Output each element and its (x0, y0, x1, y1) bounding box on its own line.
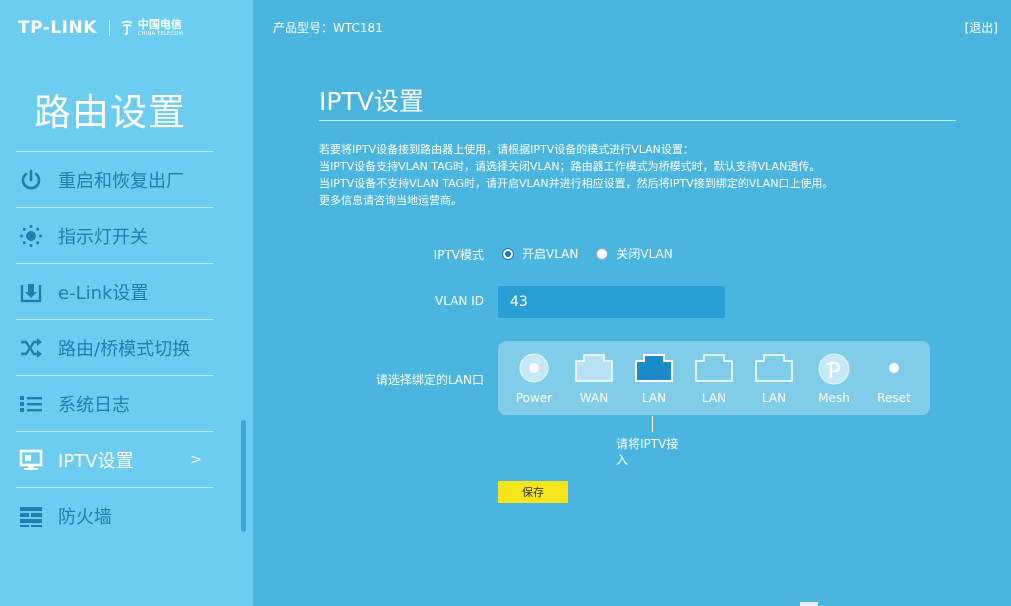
china-telecom-logo: 中国电信 CHINA TELECOM (120, 19, 183, 37)
wan-port-icon (575, 353, 613, 387)
sidebar: TP-LINK 中国电信 CHINA TELECOM 路由设置 重启和恢复出厂 (0, 0, 253, 606)
power-led-icon (519, 353, 549, 387)
sidebar-menu: 重启和恢复出厂 指示灯开关 e-Link设置 路由/桥模式切换 系统日志 IPT… (16, 151, 214, 543)
port-label: LAN (641, 391, 667, 405)
iptv-mode-radio-group: 开启VLAN 关闭VLAN (502, 245, 691, 262)
sidebar-item-iptv[interactable]: IPTV设置 > (16, 431, 214, 487)
list-icon (18, 391, 44, 417)
lan-port-icon[interactable] (755, 353, 793, 387)
sidebar-item-label: IPTV设置 (58, 450, 134, 472)
sidebar-item-label: e-Link设置 (58, 282, 149, 304)
save-button[interactable]: 保存 (498, 481, 568, 503)
title-divider (319, 120, 956, 121)
description: 若要将IPTV设备接到路由器上使用，请根据IPTV设备的模式进行VLAN设置： … (319, 141, 833, 209)
description-line: 若要将IPTV设备接到路由器上使用，请根据IPTV设备的模式进行VLAN设置： (319, 143, 694, 156)
lan-bind-label: 请选择绑定的LAN口 (375, 373, 484, 387)
power-icon (18, 167, 44, 193)
telecom-name-en: CHINA TELECOM (137, 31, 184, 37)
led-light-icon (18, 223, 44, 249)
sidebar-item-elink[interactable]: e-Link设置 (16, 263, 214, 319)
port-label: Reset (877, 391, 911, 405)
description-line: 当IPTV设备不支持VLAN TAG时，请开启VLAN并进行相应设置，然后将IP… (319, 177, 834, 190)
brand-logo: TP-LINK 中国电信 CHINA TELECOM (18, 17, 183, 39)
sidebar-item-reboot-reset[interactable]: 重启和恢复出厂 (16, 151, 214, 207)
firewall-icon (18, 503, 44, 529)
sidebar-item-mode-switch[interactable]: 路由/桥模式切换 (16, 319, 214, 375)
sidebar-item-led[interactable]: 指示灯开关 (16, 207, 214, 263)
tplink-logo: TP-LINK (18, 18, 97, 38)
bottom-indicator (800, 602, 818, 606)
sidebar-item-label: 系统日志 (58, 394, 130, 416)
port-label: Power (515, 391, 553, 405)
radio-label: 开启VLAN (522, 247, 579, 261)
radio-disable-vlan[interactable]: 关闭VLAN (596, 245, 673, 262)
port-label: LAN (701, 391, 727, 405)
mesh-button-icon (818, 353, 850, 389)
telecom-name-cn: 中国电信 (137, 18, 182, 31)
sidebar-item-firewall[interactable]: 防火墙 (16, 487, 214, 543)
port-hint: 请将IPTV接入 (616, 437, 679, 467)
description-line: 当IPTV设备支持VLAN TAG时，请选择关闭VLAN；路由器工作模式为桥模式… (319, 160, 821, 173)
page-title: IPTV设置 (319, 87, 424, 116)
telecom-icon (121, 20, 133, 36)
port-label: Mesh (818, 391, 850, 405)
hint-connector-line (652, 416, 653, 432)
radio-dot[interactable] (502, 247, 514, 260)
chevron-right-icon: > (190, 452, 202, 468)
model-label: 产品型号：WTC181 (273, 21, 383, 35)
port-label: WAN (579, 391, 609, 405)
download-tray-icon (18, 279, 44, 305)
radio-label: 关闭VLAN (616, 247, 673, 261)
port-panel: Power WAN LAN LAN LAN Mesh Reset (498, 341, 930, 415)
lan-port-icon[interactable] (695, 353, 733, 387)
iptv-mode-label: IPTV模式 (433, 248, 484, 262)
lan-port-icon[interactable] (635, 353, 673, 387)
radio-dot[interactable] (596, 247, 609, 260)
radio-enable-vlan[interactable]: 开启VLAN (502, 245, 578, 262)
logout-link[interactable]: [退出] (965, 19, 998, 36)
sidebar-item-label: 防火墙 (58, 506, 112, 528)
sidebar-item-label: 路由/桥模式切换 (58, 338, 191, 360)
vlan-id-label: VLAN ID (435, 294, 484, 308)
sidebar-item-label: 重启和恢复出厂 (58, 170, 184, 192)
sidebar-scrollbar[interactable] (241, 420, 246, 532)
logo-divider (108, 20, 110, 36)
port-label: LAN (761, 391, 787, 405)
shuffle-icon (18, 335, 44, 361)
monitor-icon (18, 447, 44, 473)
description-line: 更多信息请咨询当地运营商。 (319, 194, 462, 207)
sidebar-item-syslog[interactable]: 系统日志 (16, 375, 214, 431)
vlan-id-input[interactable] (498, 286, 725, 318)
sidebar-title: 路由设置 (34, 91, 186, 134)
sidebar-item-label: 指示灯开关 (58, 226, 148, 248)
reset-button-icon (879, 353, 909, 387)
